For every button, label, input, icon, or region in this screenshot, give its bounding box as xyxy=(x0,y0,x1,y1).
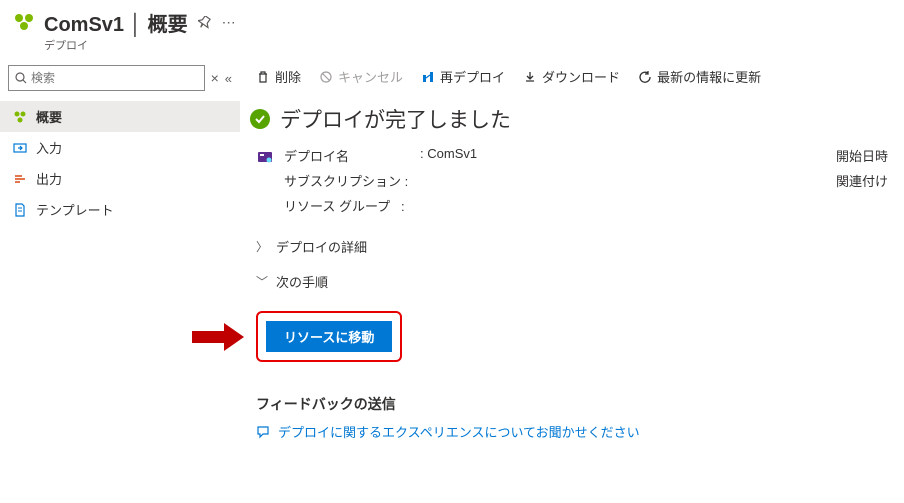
page-subtitle: デプロイ xyxy=(44,37,236,53)
pin-icon[interactable] xyxy=(198,16,212,30)
go-to-resource-button[interactable]: リソースに移動 xyxy=(266,321,392,352)
clear-search-icon[interactable]: × xyxy=(211,70,219,86)
deployment-icon xyxy=(256,148,274,166)
cancel-button: キャンセル xyxy=(319,67,403,86)
refresh-button[interactable]: 最新の情報に更新 xyxy=(638,67,761,86)
arrow-callout-icon xyxy=(190,321,246,353)
overview-icon xyxy=(12,109,28,125)
sidebar-item-label: 出力 xyxy=(36,169,62,188)
sidebar-item-label: テンプレート xyxy=(36,200,114,219)
toolbar-label: ダウンロード xyxy=(542,67,620,86)
subscription-label: サブスクリプション : xyxy=(284,171,414,190)
delete-icon xyxy=(256,70,270,84)
next-steps-section[interactable]: ﹀ 次の手順 xyxy=(240,262,904,297)
more-icon[interactable]: ⋯ xyxy=(222,14,236,31)
sidebar: × « 概要 入力 出力 テンプレート xyxy=(0,57,240,441)
toolbar: 削除 キャンセル 再デプロイ ダウンロード 最新の情報に更新 xyxy=(240,57,904,100)
status-row: デプロイが完了しました xyxy=(240,100,904,146)
resource-group-value xyxy=(420,196,477,215)
delete-button[interactable]: 削除 xyxy=(256,67,301,86)
sidebar-item-overview[interactable]: 概要 xyxy=(0,101,240,132)
page-header: ComSv1 │ 概要 ⋯ デプロイ xyxy=(0,0,904,57)
action-highlight-box: リソースに移動 xyxy=(256,311,402,362)
correlation-label: 関連付け xyxy=(836,171,888,190)
success-check-icon xyxy=(250,109,270,129)
search-box[interactable] xyxy=(8,65,205,91)
start-time-label: 開始日時 xyxy=(836,146,888,165)
download-icon xyxy=(523,70,537,84)
template-icon xyxy=(12,202,28,218)
action-row: リソースに移動 xyxy=(190,297,904,376)
resource-group-label: リソース グループ : xyxy=(284,196,414,215)
search-input[interactable] xyxy=(31,71,198,85)
page-title: ComSv1 │ 概要 xyxy=(44,8,188,37)
sidebar-item-label: 概要 xyxy=(36,107,62,126)
toolbar-label: キャンセル xyxy=(338,67,403,86)
chevron-right-icon: 〉 xyxy=(256,238,268,255)
feedback-title: フィードバックの送信 xyxy=(240,376,904,422)
status-message: デプロイが完了しました xyxy=(280,104,511,134)
sidebar-item-inputs[interactable]: 入力 xyxy=(0,132,240,163)
collapse-sidebar-icon[interactable]: « xyxy=(225,71,232,86)
section-label: デプロイの詳細 xyxy=(276,237,367,256)
redeploy-icon xyxy=(421,70,435,84)
inputs-icon xyxy=(12,140,28,156)
outputs-icon xyxy=(12,171,28,187)
main-content: 削除 キャンセル 再デプロイ ダウンロード 最新の情報に更新 xyxy=(240,57,904,441)
details-right: 開始日時 関連付け xyxy=(836,146,888,215)
deploy-name-label: デプロイ名 xyxy=(284,146,414,165)
chevron-down-icon: ﹀ xyxy=(256,273,268,290)
resource-icon xyxy=(12,10,36,34)
toolbar-label: 再デプロイ xyxy=(440,67,505,86)
sidebar-item-label: 入力 xyxy=(36,138,62,157)
section-label: 次の手順 xyxy=(276,272,328,291)
search-icon xyxy=(15,72,27,84)
subscription-value xyxy=(420,171,477,190)
deploy-details-section[interactable]: 〉 デプロイの詳細 xyxy=(240,227,904,262)
toolbar-label: 削除 xyxy=(275,67,301,86)
sidebar-item-outputs[interactable]: 出力 xyxy=(0,163,240,194)
refresh-icon xyxy=(638,70,652,84)
feedback-icon xyxy=(256,425,270,439)
deploy-name-value: : ComSv1 xyxy=(420,146,477,165)
redeploy-button[interactable]: 再デプロイ xyxy=(421,67,505,86)
feedback-link[interactable]: デプロイに関するエクスペリエンスについてお聞かせください xyxy=(278,422,640,441)
download-button[interactable]: ダウンロード xyxy=(523,67,620,86)
cancel-icon xyxy=(319,70,333,84)
details-section: デプロイ名 : ComSv1 サブスクリプション : リソース グループ : 開… xyxy=(240,146,904,227)
toolbar-label: 最新の情報に更新 xyxy=(657,67,761,86)
sidebar-item-template[interactable]: テンプレート xyxy=(0,194,240,225)
